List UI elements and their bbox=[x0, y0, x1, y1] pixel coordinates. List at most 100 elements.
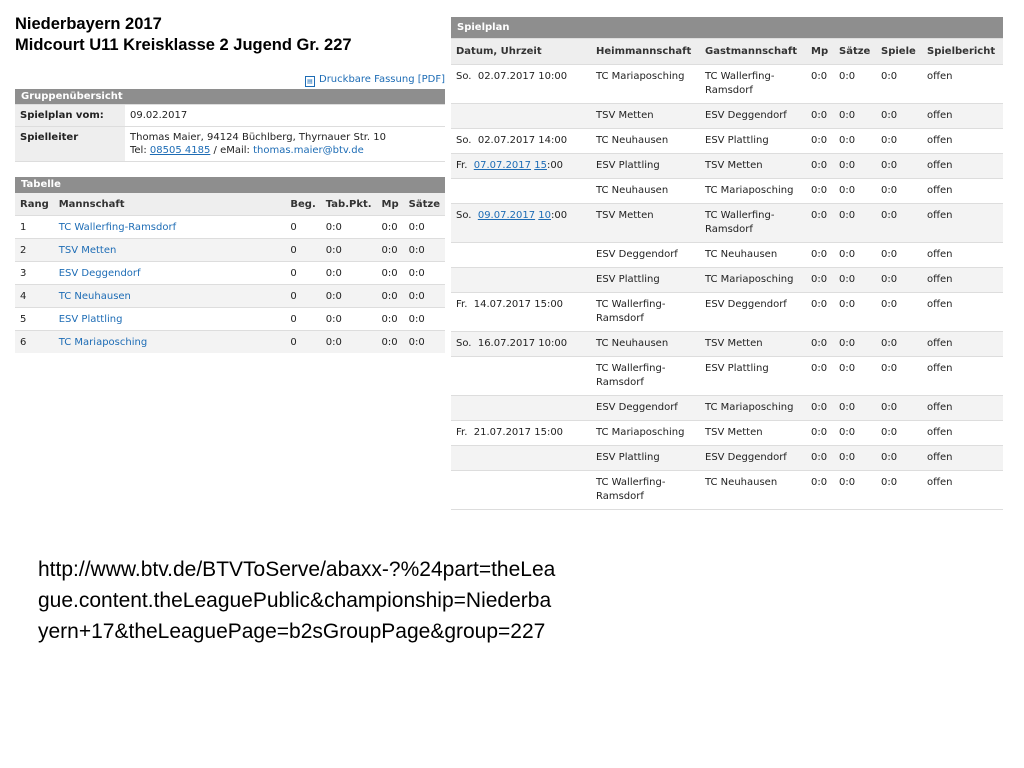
schedule-bericht: offen bbox=[922, 292, 1003, 332]
schedule-date-cell: So. 02.07.2017 10:00 bbox=[451, 64, 591, 104]
schedule-spiele: 0:0 bbox=[876, 203, 922, 243]
standings-tabpkt-cell: 0:0 bbox=[320, 215, 377, 239]
standings-rang-cell: 3 bbox=[15, 261, 54, 285]
spielleiter-contact: Tel: 08505 4185 / eMail: thomas.maier@bt… bbox=[130, 144, 440, 157]
schedule-date-cell bbox=[451, 356, 591, 396]
standings-table: Rang Mannschaft Beg. Tab.Pkt. Mp Sätze 1… bbox=[15, 193, 445, 353]
standings-team-link[interactable]: TC Neuhausen bbox=[59, 291, 131, 302]
schedule-date-cell: So. 16.07.2017 10:00 bbox=[451, 331, 591, 357]
schedule-date-cell bbox=[451, 445, 591, 471]
schedule-saetze: 0:0 bbox=[834, 292, 876, 332]
schedule-row: ESV Deggendorf TC Mariaposching 0:0 0:0 0:0 o… bbox=[451, 395, 1003, 421]
schedule-date: 02.07.2017 bbox=[477, 71, 536, 82]
standings-team-cell: TC Neuhausen bbox=[53, 284, 286, 308]
schedule-date: 21.07.2017 bbox=[473, 427, 532, 438]
schedule-home-team: TSV Metten bbox=[591, 203, 700, 243]
standings-header: Tabelle bbox=[15, 177, 445, 193]
schedule-minutes: :00 bbox=[551, 135, 568, 146]
standings-panel: Tabelle Rang Mannschaft Beg. Tab.Pkt. Mp… bbox=[15, 177, 445, 353]
schedule-header: Spielplan bbox=[451, 17, 1003, 38]
schedule-mp: 0:0 bbox=[806, 292, 834, 332]
standings-tabpkt-cell: 0:0 bbox=[320, 330, 377, 353]
schedule-date-link[interactable]: 07.07.2017 bbox=[474, 160, 531, 171]
standings-row: 6 TC Mariaposching 0 0:0 0:0 0:0 bbox=[15, 330, 445, 353]
schedule-bericht: offen bbox=[922, 331, 1003, 357]
schedule-minutes: :00 bbox=[546, 160, 564, 171]
standings-rang-cell: 6 bbox=[15, 330, 54, 353]
standings-team-link[interactable]: ESV Deggendorf bbox=[59, 268, 141, 279]
col-spielbericht: Spielbericht bbox=[922, 38, 1003, 65]
standings-team-link[interactable]: TC Wallerfing-Ramsdorf bbox=[59, 222, 176, 233]
standings-rang-cell: 5 bbox=[15, 307, 54, 331]
schedule-home-team: TC Neuhausen bbox=[591, 331, 700, 357]
schedule-mp: 0:0 bbox=[806, 203, 834, 243]
standings-tabpkt-cell: 0:0 bbox=[320, 307, 377, 331]
standings-mp-cell: 0:0 bbox=[376, 330, 404, 353]
col-mannschaft: Mannschaft bbox=[53, 193, 286, 216]
schedule-row: TC Wallerfing-Ramsdorf ESV Plattling 0:0 0:… bbox=[451, 356, 1003, 396]
schedule-row: Fr. 07.07.2017 15:00 ESV Plattling TSV Met… bbox=[451, 153, 1003, 179]
standings-tabpkt-cell: 0:0 bbox=[320, 261, 377, 285]
schedule-home-team: TC Neuhausen bbox=[591, 178, 700, 204]
schedule-home-team: ESV Deggendorf bbox=[591, 395, 700, 421]
print-pdf-link[interactable]: ▤ Druckbare Fassung [PDF] bbox=[305, 74, 445, 87]
schedule-date-cell bbox=[451, 242, 591, 268]
schedule-date-cell: Fr. 14.07.2017 15:00 bbox=[451, 292, 591, 332]
schedule-date-cell bbox=[451, 470, 591, 510]
standings-tabpkt-cell: 0:0 bbox=[320, 284, 377, 308]
standings-beg-cell: 0 bbox=[285, 330, 321, 353]
schedule-day: Fr. bbox=[456, 299, 468, 310]
group-overview-panel: Gruppenübersicht Spielplan vom: 09.02.20… bbox=[15, 89, 445, 162]
schedule-spiele: 0:0 bbox=[876, 470, 922, 510]
schedule-spiele: 0:0 bbox=[876, 420, 922, 446]
schedule-minutes: :00 bbox=[546, 427, 564, 438]
tel-link[interactable]: 08505 4185 bbox=[150, 145, 210, 156]
schedule-spiele: 0:0 bbox=[876, 128, 922, 154]
schedule-mp: 0:0 bbox=[806, 103, 834, 129]
schedule-guest-team: ESV Plattling bbox=[700, 356, 806, 396]
schedule-bericht: offen bbox=[922, 420, 1003, 446]
standings-team-link[interactable]: TC Mariaposching bbox=[59, 337, 147, 348]
schedule-guest-team: TC Mariaposching bbox=[700, 178, 806, 204]
standings-saetze-cell: 0:0 bbox=[403, 330, 445, 353]
schedule-saetze: 0:0 bbox=[834, 331, 876, 357]
col-heim: Heimmannschaft bbox=[591, 38, 700, 65]
schedule-mp: 0:0 bbox=[806, 356, 834, 396]
schedule-saetze: 0:0 bbox=[834, 445, 876, 471]
standings-rang-cell: 4 bbox=[15, 284, 54, 308]
standings-row: 1 TC Wallerfing-Ramsdorf 0 0:0 0:0 0:0 bbox=[15, 215, 445, 239]
schedule-home-team: ESV Deggendorf bbox=[591, 242, 700, 268]
schedule-date-cell: So. 02.07.2017 14:00 bbox=[451, 128, 591, 154]
schedule-day: So. bbox=[456, 135, 472, 146]
page-title-line-2: Midcourt U11 Kreisklasse 2 Jugend Gr. 22… bbox=[15, 36, 352, 54]
standings-rang-cell: 1 bbox=[15, 215, 54, 239]
schedule-saetze: 0:0 bbox=[834, 128, 876, 154]
schedule-bericht: offen bbox=[922, 445, 1003, 471]
schedule-mp: 0:0 bbox=[806, 395, 834, 421]
schedule-minutes: :00 bbox=[551, 71, 568, 82]
schedule-home-team: TC Wallerfing-Ramsdorf bbox=[591, 292, 700, 332]
schedule-guest-team: TSV Metten bbox=[700, 331, 806, 357]
schedule-guest-team: TC Neuhausen bbox=[700, 470, 806, 510]
standings-team-link[interactable]: TSV Metten bbox=[59, 245, 117, 256]
standings-mp-cell: 0:0 bbox=[376, 307, 404, 331]
schedule-spiele: 0:0 bbox=[876, 331, 922, 357]
schedule-date-link[interactable]: 09.07.2017 bbox=[478, 210, 535, 221]
schedule-hour: 10 bbox=[538, 338, 552, 349]
schedule-date: 14.07.2017 bbox=[473, 299, 532, 310]
spielleiter-value: Thomas Maier, 94124 Büchlberg, Thyrnauer… bbox=[125, 126, 445, 162]
schedule-date-cell bbox=[451, 395, 591, 421]
standings-team-cell: TC Wallerfing-Ramsdorf bbox=[53, 215, 286, 239]
schedule-home-team: ESV Plattling bbox=[591, 267, 700, 293]
schedule-panel: Spielplan Datum, Uhrzeit Heimmannschaft … bbox=[451, 17, 1003, 510]
schedule-row: Fr. 21.07.2017 15:00 TC Mariaposching TSV … bbox=[451, 420, 1003, 446]
schedule-bericht: offen bbox=[922, 395, 1003, 421]
schedule-home-team: TC Mariaposching bbox=[591, 64, 700, 104]
schedule-home-team: TC Mariaposching bbox=[591, 420, 700, 446]
schedule-hour-link[interactable]: 15 bbox=[534, 160, 547, 171]
email-link[interactable]: thomas.maier@btv.de bbox=[253, 145, 364, 156]
standings-team-link[interactable]: ESV Plattling bbox=[59, 314, 123, 325]
schedule-date: 02.07.2017 bbox=[477, 135, 536, 146]
schedule-hour-link[interactable]: 10 bbox=[538, 210, 551, 221]
standings-saetze-cell: 0:0 bbox=[403, 238, 445, 262]
